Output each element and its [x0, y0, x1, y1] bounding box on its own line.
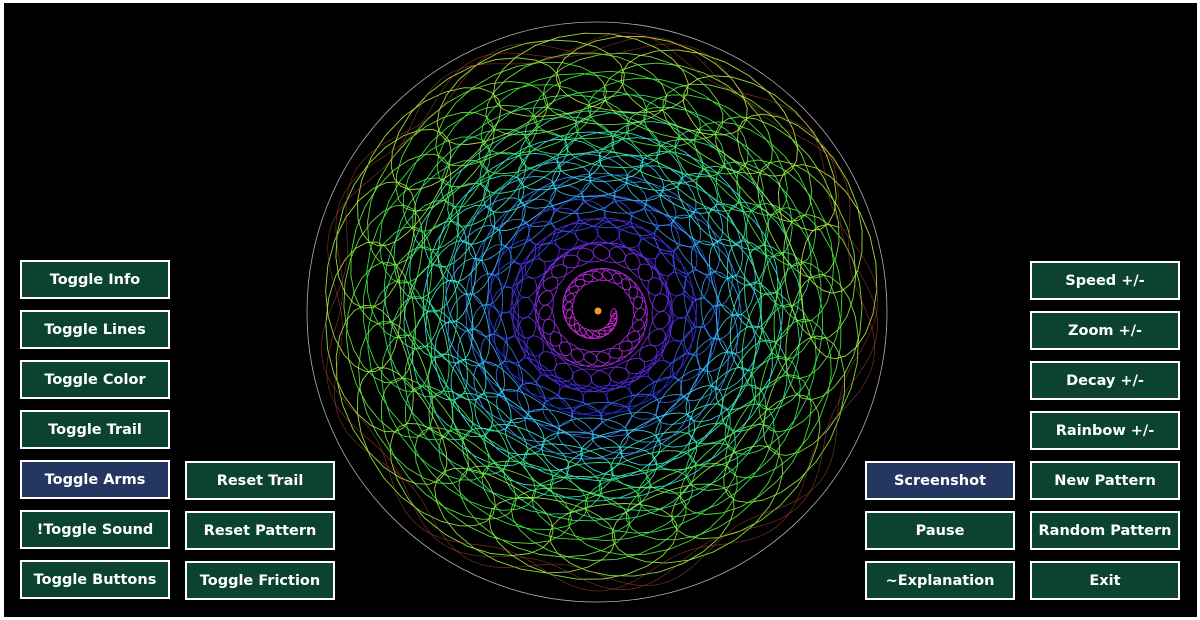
rainbow-label: Rainbow +/- [1055, 422, 1155, 439]
explanation-button[interactable]: ~Explanation [865, 561, 1015, 600]
toggle-info-button[interactable]: Toggle Info [20, 260, 170, 299]
screenshot-label: Screenshot [893, 472, 987, 489]
toggle-sound-button[interactable]: !Toggle Sound [20, 510, 170, 549]
rainbow-button[interactable]: Rainbow +/- [1030, 411, 1180, 450]
toggle-color-label: Toggle Color [44, 371, 146, 388]
toggle-lines-label: Toggle Lines [44, 321, 146, 338]
reset-trail-button[interactable]: Reset Trail [185, 461, 335, 500]
reset-pattern-button[interactable]: Reset Pattern [185, 511, 335, 550]
decay-button[interactable]: Decay +/- [1030, 361, 1180, 400]
toggle-trail-button[interactable]: Toggle Trail [20, 410, 170, 449]
zoom-button[interactable]: Zoom +/- [1030, 311, 1180, 350]
new-pattern-button[interactable]: New Pattern [1030, 461, 1180, 500]
exit-button[interactable]: Exit [1030, 561, 1180, 600]
toggle-info-label: Toggle Info [49, 271, 141, 288]
toggle-friction-label: Toggle Friction [199, 572, 321, 589]
random-pattern-label: Random Pattern [1038, 522, 1172, 539]
toggle-friction-button[interactable]: Toggle Friction [185, 561, 335, 600]
pattern-canvas: Toggle Info Toggle Lines Toggle Color Toggl… [4, 3, 1197, 617]
exit-label: Exit [1089, 572, 1121, 589]
toggle-sound-label: !Toggle Sound [36, 521, 154, 538]
reset-pattern-label: Reset Pattern [203, 522, 317, 539]
random-pattern-button[interactable]: Random Pattern [1030, 511, 1180, 550]
toggle-color-button[interactable]: Toggle Color [20, 360, 170, 399]
screenshot-button[interactable]: Screenshot [865, 461, 1015, 500]
new-pattern-label: New Pattern [1054, 472, 1156, 489]
toggle-trail-label: Toggle Trail [48, 421, 142, 438]
speed-button[interactable]: Speed +/- [1030, 261, 1180, 300]
pause-label: Pause [915, 522, 965, 539]
reset-trail-label: Reset Trail [216, 472, 304, 489]
center-marker [594, 307, 602, 315]
explanation-label: ~Explanation [885, 572, 995, 589]
toggle-buttons-label: Toggle Buttons [33, 571, 157, 588]
toggle-arms-button[interactable]: Toggle Arms [20, 460, 170, 499]
decay-label: Decay +/- [1066, 372, 1144, 389]
zoom-label: Zoom +/- [1067, 322, 1143, 339]
toggle-arms-label: Toggle Arms [44, 471, 146, 488]
app-window: Toggle Info Toggle Lines Toggle Color Toggl… [0, 0, 1200, 620]
toggle-lines-button[interactable]: Toggle Lines [20, 310, 170, 349]
pattern-drawing [306, 21, 888, 603]
pause-button[interactable]: Pause [865, 511, 1015, 550]
toggle-buttons-button[interactable]: Toggle Buttons [20, 560, 170, 599]
speed-label: Speed +/- [1065, 272, 1145, 289]
